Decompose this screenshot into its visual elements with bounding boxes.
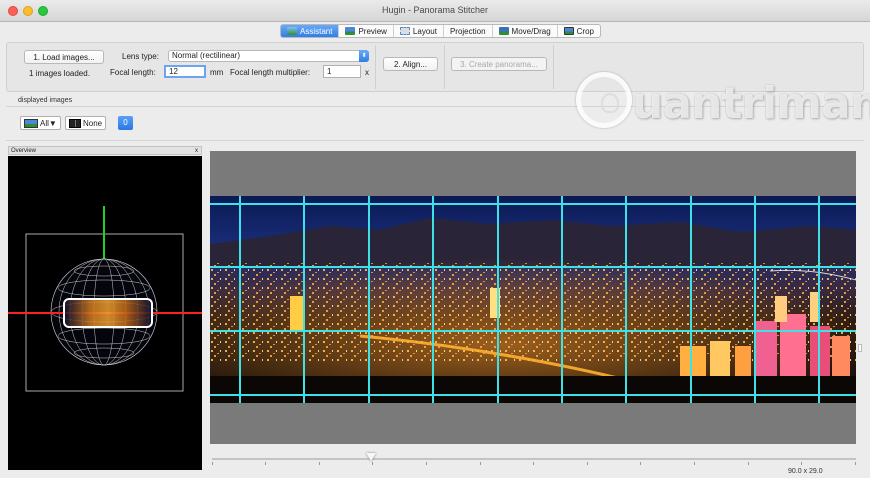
tab-layout[interactable]: Layout xyxy=(394,25,444,37)
image-icon xyxy=(24,118,38,128)
lens-type-value: Normal (rectilinear) xyxy=(172,51,241,60)
hugin-window: Hugin - Panorama Stitcher Assistant Prev… xyxy=(0,0,870,478)
divider xyxy=(6,140,864,141)
tab-label: Move/Drag xyxy=(511,26,551,36)
create-panorama-button[interactable]: 3. Create panorama... xyxy=(451,57,547,71)
focal-length-input[interactable]: 12 xyxy=(164,65,206,78)
panorama-image xyxy=(210,196,856,403)
lens-type-select[interactable]: Normal (rectilinear) ⬍ xyxy=(168,50,369,62)
overview-sphere xyxy=(8,206,202,392)
preview-panel xyxy=(208,148,864,460)
tab-assistant[interactable]: Assistant xyxy=(281,25,340,37)
assistant-panel: 1. Load images... 1 images loaded. Lens … xyxy=(6,42,864,92)
show-all-label: All▼ xyxy=(40,118,57,128)
move-drag-icon xyxy=(498,27,509,35)
overview-header: Overview x xyxy=(8,146,202,155)
overview-panel[interactable] xyxy=(8,156,202,470)
show-none-label: None xyxy=(83,118,103,128)
tab-bar: Assistant Preview Layout Projection Move… xyxy=(0,23,870,40)
focal-length-label: Focal length: xyxy=(110,68,156,77)
window-title: Hugin - Panorama Stitcher xyxy=(381,5,489,15)
fov-slider-thumb[interactable] xyxy=(366,453,376,461)
multiplier-label: Focal length multiplier: xyxy=(230,68,311,77)
tab-crop[interactable]: Crop xyxy=(558,25,600,37)
panorama-patch xyxy=(64,299,152,327)
tab-label: Assistant xyxy=(300,26,333,36)
focal-length-unit: mm xyxy=(210,68,224,77)
tab-label: Projection xyxy=(449,26,486,36)
displayed-images-label: displayed images xyxy=(18,97,73,104)
load-images-button[interactable]: 1. Load images... xyxy=(24,50,104,64)
divider xyxy=(444,45,445,89)
multiplier-input[interactable]: 1 xyxy=(323,65,361,78)
panorama-canvas[interactable] xyxy=(210,151,856,444)
image-toggle-button[interactable]: 0 xyxy=(118,116,133,130)
chevron-updown-icon: ⬍ xyxy=(359,50,369,62)
divider xyxy=(553,45,554,89)
tab-group: Assistant Preview Layout Projection Move… xyxy=(280,24,601,38)
images-loaded-status: 1 images loaded. xyxy=(29,69,90,78)
divider xyxy=(375,45,376,89)
divider xyxy=(6,106,864,107)
show-none-button[interactable]: None xyxy=(65,116,107,130)
multiplier-unit: x xyxy=(365,68,369,77)
tab-preview[interactable]: Preview xyxy=(339,25,394,37)
tab-projection[interactable]: Projection xyxy=(444,25,493,37)
show-all-button[interactable]: All▼ xyxy=(20,116,61,130)
overview-title: Overview xyxy=(11,148,37,154)
fov-slider-track[interactable] xyxy=(212,458,856,460)
tab-label: Layout xyxy=(412,26,437,36)
scroll-marker[interactable] xyxy=(858,344,862,352)
tab-move-drag[interactable]: Move/Drag xyxy=(493,25,558,37)
preview-icon xyxy=(345,27,356,35)
city-night-image xyxy=(210,196,856,403)
align-button[interactable]: 2. Align... xyxy=(383,57,438,71)
slider-ticks xyxy=(212,462,856,466)
layout-icon xyxy=(399,27,410,35)
image-hidden-icon xyxy=(69,118,81,128)
title-bar: Hugin - Panorama Stitcher xyxy=(0,0,870,22)
crop-icon xyxy=(563,27,574,35)
fov-readout: 90.0 x 29.0 xyxy=(788,468,823,475)
close-icon[interactable]: x xyxy=(195,147,198,155)
tab-label: Preview xyxy=(358,26,387,36)
tab-label: Crop xyxy=(576,26,594,36)
lens-type-label: Lens type: xyxy=(122,52,159,61)
assistant-icon xyxy=(287,27,297,35)
